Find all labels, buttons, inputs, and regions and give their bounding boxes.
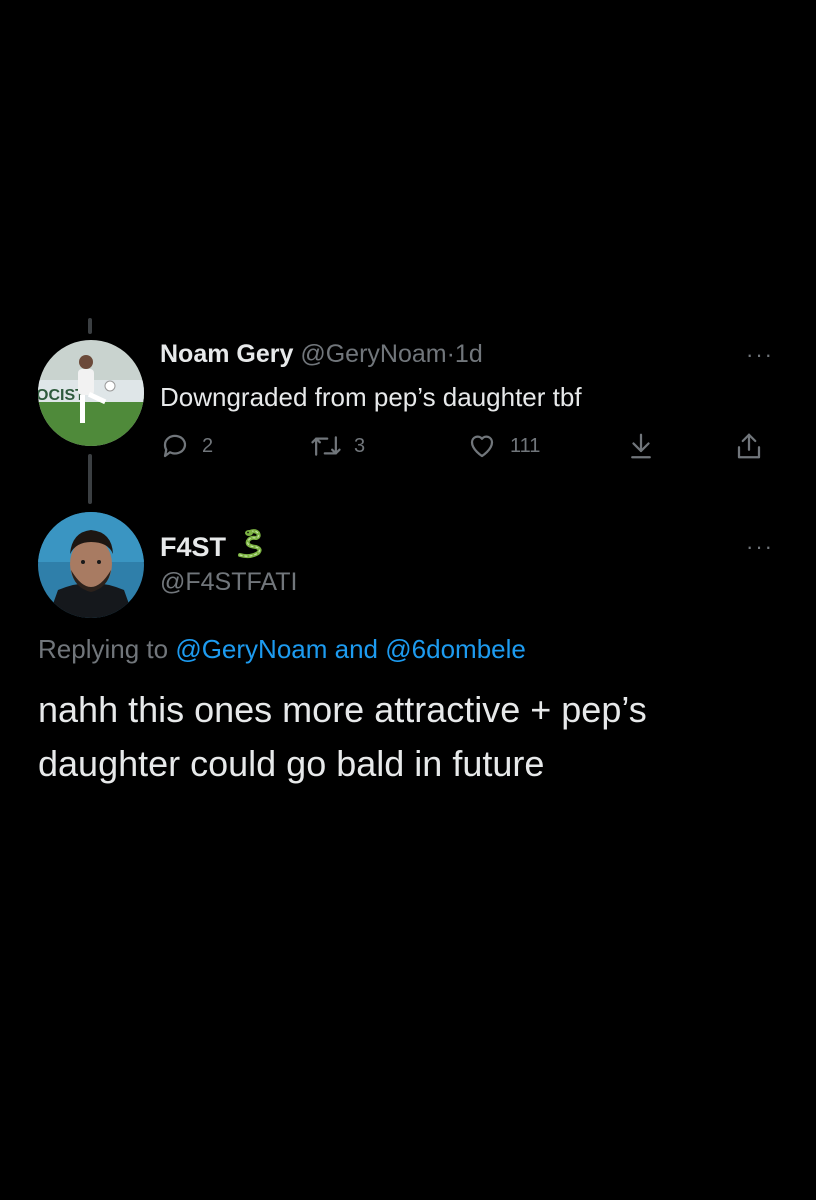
download-icon xyxy=(626,431,656,461)
tweet2-text: nahh this ones more attractive + pep’s d… xyxy=(38,689,647,784)
like-count: 111 xyxy=(510,434,541,457)
tweet1-text: Downgraded from pep’s daughter tbf xyxy=(160,382,582,412)
tweet1-time[interactable]: 1d xyxy=(455,340,483,368)
thread-line-bottom xyxy=(88,454,92,504)
avatar-noam-gery[interactable]: OCIST xyxy=(38,340,144,446)
reply-icon xyxy=(160,431,190,461)
replying-and[interactable]: and xyxy=(335,634,378,664)
tweet1-handle[interactable]: @GeryNoam xyxy=(300,340,446,368)
download-button[interactable] xyxy=(626,428,656,464)
like-icon xyxy=(466,431,498,461)
reply-to-link-1[interactable]: @GeryNoam xyxy=(175,634,327,664)
snake-emoji xyxy=(234,527,266,567)
retweet-button[interactable]: 3 xyxy=(310,428,365,464)
reply-to-link-2[interactable]: @6dombele xyxy=(385,634,526,664)
retweet-count: 3 xyxy=(354,434,366,457)
avatar-f4st[interactable] xyxy=(38,512,144,618)
replying-prefix: Replying to xyxy=(38,634,169,664)
share-icon xyxy=(734,431,764,461)
tweet1-more-icon[interactable]: ··· xyxy=(746,344,774,366)
share-button[interactable] xyxy=(734,428,764,464)
tweet2-handle[interactable]: @F4STFATI xyxy=(160,566,297,598)
tweet1-author-name[interactable]: Noam Gery xyxy=(160,340,293,368)
tweet2-author[interactable]: F4ST xyxy=(160,527,266,567)
reply-button[interactable]: 2 xyxy=(160,428,213,464)
tweet1-separator: · xyxy=(446,340,455,368)
tweet1-header: Noam Gery @GeryNoam·1d xyxy=(160,338,483,370)
tweet2-more-icon[interactable]: ··· xyxy=(746,536,774,558)
tweet2-author-name: F4ST xyxy=(160,532,227,562)
thread-line-top xyxy=(88,318,92,334)
replying-to-line: Replying to @GeryNoam and @6dombele xyxy=(38,632,526,666)
like-button[interactable]: 111 xyxy=(466,428,540,464)
reply-count: 2 xyxy=(202,434,214,457)
retweet-icon xyxy=(310,431,342,461)
